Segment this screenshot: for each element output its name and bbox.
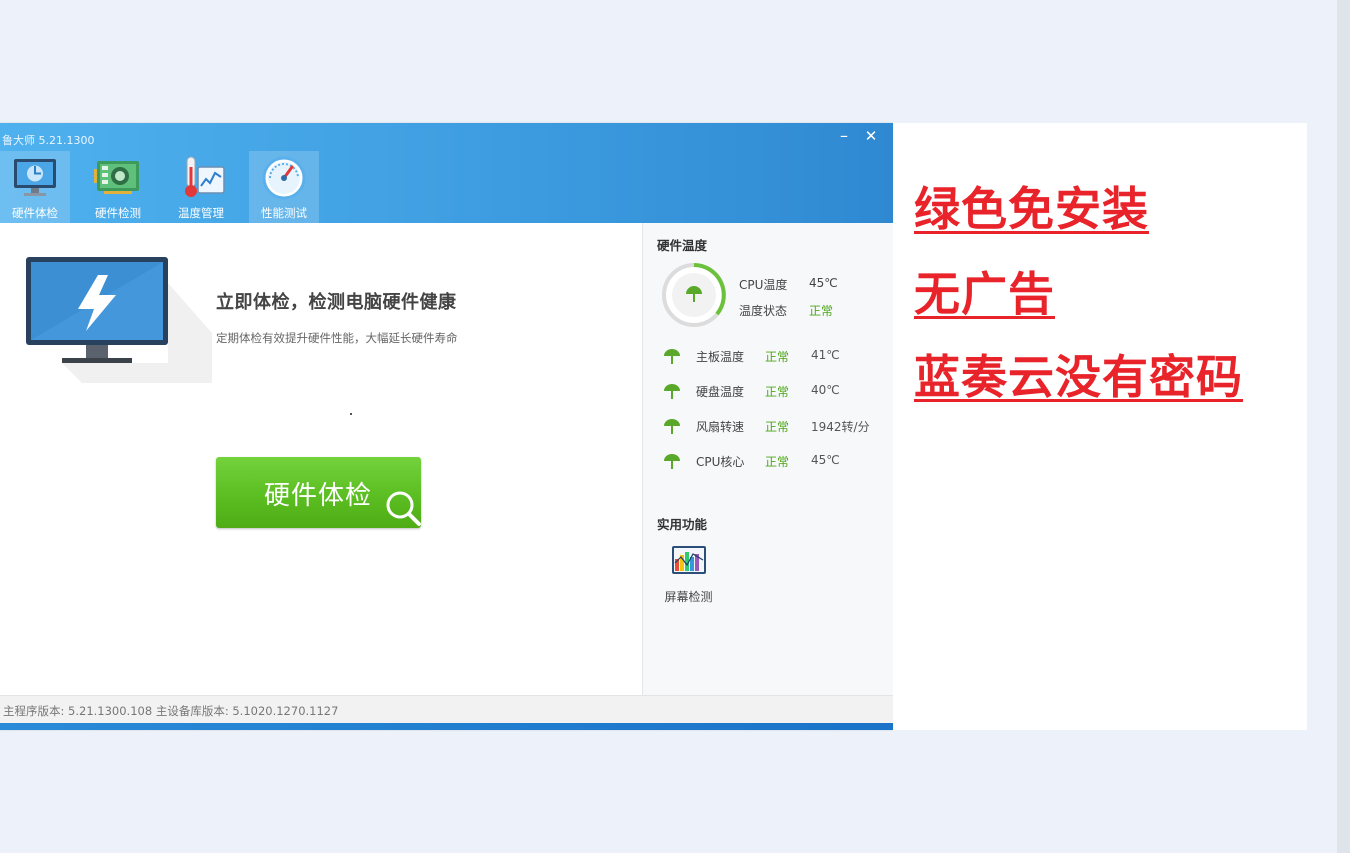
magnifier-icon [386,491,421,526]
cpu-temp-gauge [662,263,726,327]
tab-label: 性能测试 [261,206,307,220]
tab-label: 温度管理 [178,206,224,220]
row-status: 正常 [765,420,790,434]
row-value: 1942转/分 [811,420,870,434]
status-bar: 主程序版本: 5.21.1300.108 主设备库版本: 5.1020.1270… [0,695,893,724]
row-value: 41℃ [811,348,840,362]
hardware-check-button[interactable]: 硬件体检 [216,457,421,528]
circuit-board-icon [94,161,139,194]
row-value: 45℃ [811,453,840,467]
row-name: 风扇转速 [696,420,745,434]
umbrella-icon [664,349,680,364]
tool-label: 屏幕检测 [664,590,713,604]
list-item: 硬盘温度 正常 40℃ [643,381,894,401]
window-title: 鲁大师 5.21.1300 [2,134,95,147]
promo-line-3: 蓝奏云没有密码 [914,350,1243,404]
tab-performance[interactable]: 性能测试 [249,151,319,223]
umbrella-icon [664,384,680,399]
version-info: 主程序版本: 5.21.1300.108 主设备库版本: 5.1020.1270… [3,704,339,718]
list-item: 主板温度 正常 41℃ [643,346,894,366]
screen-test-tool[interactable]: 屏幕检测 [661,545,716,605]
minimize-button[interactable]: – [834,125,854,147]
thermometer-chart-icon [185,156,225,197]
umbrella-icon [664,454,680,469]
close-button[interactable]: ✕ [861,125,881,147]
tab-hardware-checkup[interactable]: 硬件体检 [0,151,70,223]
list-item: 风扇转速 正常 1942转/分 [643,416,894,436]
page-subtitle: 定期体检有效提升硬件性能，大幅延长硬件寿命 [216,331,458,345]
cpu-temp-label: CPU温度 [739,278,788,292]
app-window: 鲁大师 5.21.1300 – ✕ 硬件体检 硬件检测 温度管理 性能测试 立即… [0,123,894,730]
check-button-label: 硬件体检 [264,481,373,511]
temperature-section-title: 硬件温度 [657,238,708,253]
temp-status-label: 温度状态 [739,304,788,318]
monitor-icon [14,159,56,196]
promo-line-2: 无广告 [914,267,1055,321]
row-status: 正常 [765,385,790,399]
tab-hardware-detect[interactable]: 硬件检测 [83,151,153,223]
row-status: 正常 [765,350,790,364]
temp-status-value: 正常 [809,304,834,318]
list-item: CPU核心 正常 45℃ [643,451,894,471]
row-status: 正常 [765,455,790,469]
row-name: CPU核心 [696,455,745,469]
decorative-dot [350,413,352,415]
monitor-lightning-icon [26,257,212,383]
tab-label: 硬件检测 [95,206,141,220]
row-value: 40℃ [811,383,840,397]
row-name: 主板温度 [696,350,745,364]
row-name: 硬盘温度 [696,385,745,399]
promo-panel: 绿色免安装 无广告 蓝奏云没有密码 [893,123,1307,730]
tab-label: 硬件体检 [12,206,58,220]
cpu-temp-value: 45℃ [809,276,838,290]
background-edge [1337,0,1350,853]
app-header: 鲁大师 5.21.1300 – ✕ 硬件体检 硬件检测 温度管理 性能测试 [0,123,893,223]
screen-test-icon [672,546,706,574]
speedometer-icon [262,156,306,200]
side-panel: 硬件温度 CPU温度 45℃ 温度状态 正常 主板温度 正常 41℃ 硬盘温度 … [642,223,894,695]
umbrella-icon [664,419,680,434]
page-title: 立即体检，检测电脑硬件健康 [216,292,457,313]
main-content: 立即体检，检测电脑硬件健康 定期体检有效提升硬件性能，大幅延长硬件寿命 硬件体检 [0,223,642,695]
promo-line-1: 绿色免安装 [914,182,1149,236]
tools-section-title: 实用功能 [657,517,708,532]
bottom-accent-bar [0,723,893,730]
tab-temperature[interactable]: 温度管理 [166,151,236,223]
